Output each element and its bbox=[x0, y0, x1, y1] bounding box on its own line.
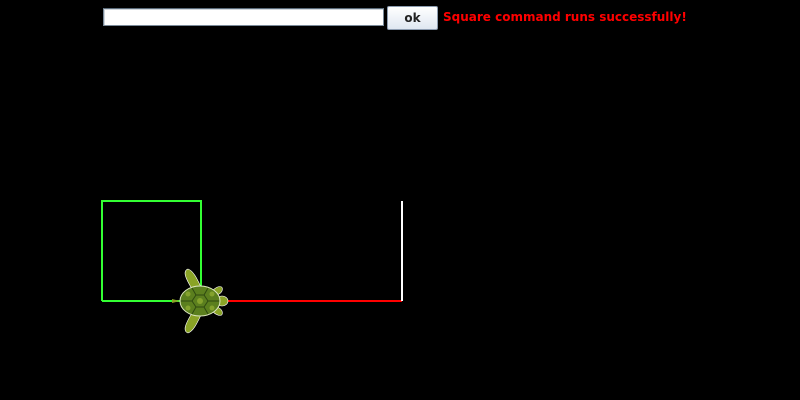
command-input[interactable] bbox=[103, 8, 384, 26]
status-message: Square command runs successfully! bbox=[443, 10, 687, 24]
ok-button[interactable]: ok bbox=[387, 6, 438, 30]
drawing-canvas bbox=[101, 200, 403, 334]
green-square-path bbox=[101, 200, 202, 302]
